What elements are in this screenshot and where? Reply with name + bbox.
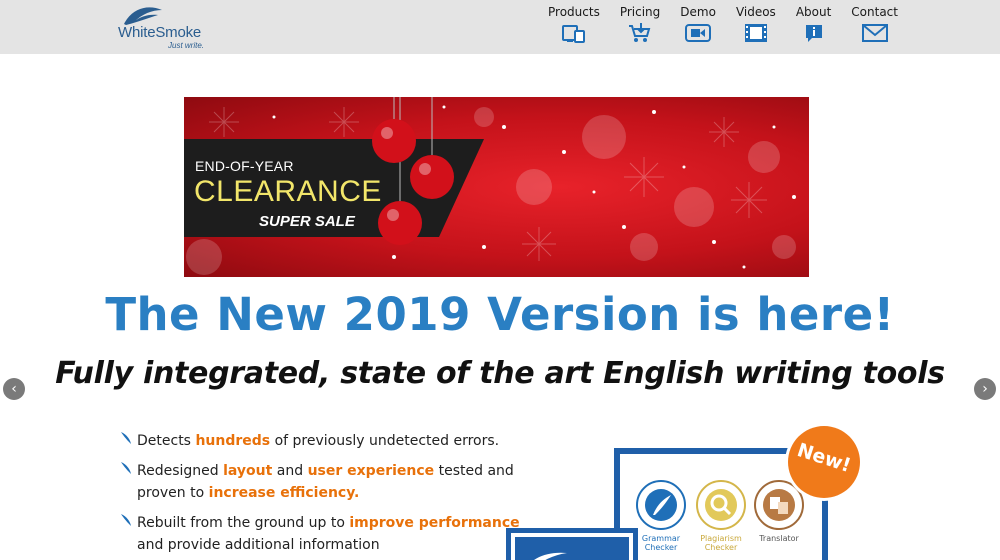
hero-subline: Fully integrated, state of the art Engli… — [55, 356, 945, 391]
nav-item-about[interactable]: About — [796, 0, 831, 54]
new-badge: New! — [788, 426, 860, 498]
feature-text-part: and — [272, 463, 308, 479]
tool-label: Translator — [759, 534, 799, 543]
feature-item: Rebuilt from the ground up to improve pe… — [120, 512, 520, 556]
feature-text-part: of previously undetected errors. — [270, 433, 500, 449]
whitesmoke-logo[interactable]: WhiteSmoke Just write. — [118, 4, 218, 50]
chevron-right-icon[interactable]: › — [974, 378, 996, 400]
nav-item-videos[interactable]: Videos — [736, 0, 776, 54]
nav-item-contact[interactable]: Contact — [851, 0, 898, 54]
top-navigation-bar: WhiteSmoke Just write. Products Pricing … — [0, 0, 1000, 54]
video-camera-icon — [685, 22, 712, 44]
nav-label: Videos — [735, 5, 776, 19]
magnifier-icon — [696, 480, 746, 530]
feature-text-part: Rebuilt from the ground up to — [137, 515, 350, 531]
quill-icon — [636, 480, 686, 530]
banner-line-3: SUPER SALE — [259, 213, 355, 230]
logo-tagline: Just write. — [168, 41, 205, 50]
mail-icon — [861, 22, 888, 44]
main-nav: Products Pricing Demo Videos About Conta… — [548, 0, 898, 54]
feature-text: Detects hundreds of previously undetecte… — [137, 433, 499, 449]
feather-bullet-icon — [121, 432, 131, 444]
devices-icon — [561, 22, 587, 44]
nav-label: Contact — [851, 5, 898, 19]
product-illustration: Grammar Checker Plagiarism Checker Trans… — [500, 420, 880, 560]
chevron-left-icon[interactable]: ‹ — [3, 378, 25, 400]
tool-label: Plagiarism Checker — [700, 534, 742, 552]
tool-translator[interactable]: Translator — [752, 480, 806, 543]
hero-headline: The New 2019 Version is here! — [105, 288, 895, 341]
monitor-small-screen — [515, 537, 629, 560]
nav-label: About — [795, 5, 832, 19]
feather-logo-icon — [124, 7, 162, 25]
feather-logo-icon — [534, 552, 567, 560]
feature-text-part: and provide additional information — [137, 537, 380, 553]
feature-highlight: increase efficiency. — [208, 485, 360, 501]
feature-text-part: Redesigned — [137, 463, 224, 479]
feature-text-part: Detects — [137, 433, 196, 449]
nav-item-demo[interactable]: Demo — [680, 0, 716, 54]
feature-highlight: hundreds — [195, 433, 271, 449]
nav-label: Demo — [680, 5, 716, 19]
film-icon — [743, 22, 769, 44]
tool-label: Grammar Checker — [641, 534, 681, 552]
banner-line-1: END-OF-YEAR — [195, 158, 294, 174]
feature-text: Rebuilt from the ground up to improve pe… — [137, 515, 520, 553]
feature-highlight: improve performance — [349, 515, 520, 531]
feature-highlight: layout — [223, 463, 273, 479]
feature-item: Redesigned layout and user experience te… — [120, 460, 520, 504]
feather-bullet-icon — [121, 514, 131, 526]
nav-item-products[interactable]: Products — [548, 0, 600, 54]
logo-name: WhiteSmoke — [118, 24, 202, 41]
nav-label: Pricing — [619, 5, 661, 19]
feather-bullet-icon — [121, 462, 131, 474]
cart-icon — [627, 22, 653, 44]
nav-item-pricing[interactable]: Pricing — [620, 0, 660, 54]
monitor-small — [506, 528, 638, 560]
info-icon — [801, 22, 827, 44]
tool-plagiarism-checker[interactable]: Plagiarism Checker — [694, 480, 748, 552]
translate-icon — [754, 480, 804, 530]
feature-highlight: user experience — [307, 463, 435, 479]
feature-item: Detects hundreds of previously undetecte… — [120, 430, 520, 452]
nav-label: Products — [548, 5, 600, 19]
tool-grammar-checker[interactable]: Grammar Checker — [634, 480, 688, 552]
banner-line-2: CLEARANCE — [194, 175, 382, 208]
new-badge-text: New! — [794, 439, 854, 477]
feature-list: Detects hundreds of previously undetecte… — [120, 430, 520, 560]
promo-banner[interactable]: END-OF-YEAR CLEARANCE SUPER SALE — [184, 97, 809, 277]
feature-text: Redesigned layout and user experience te… — [137, 463, 514, 501]
